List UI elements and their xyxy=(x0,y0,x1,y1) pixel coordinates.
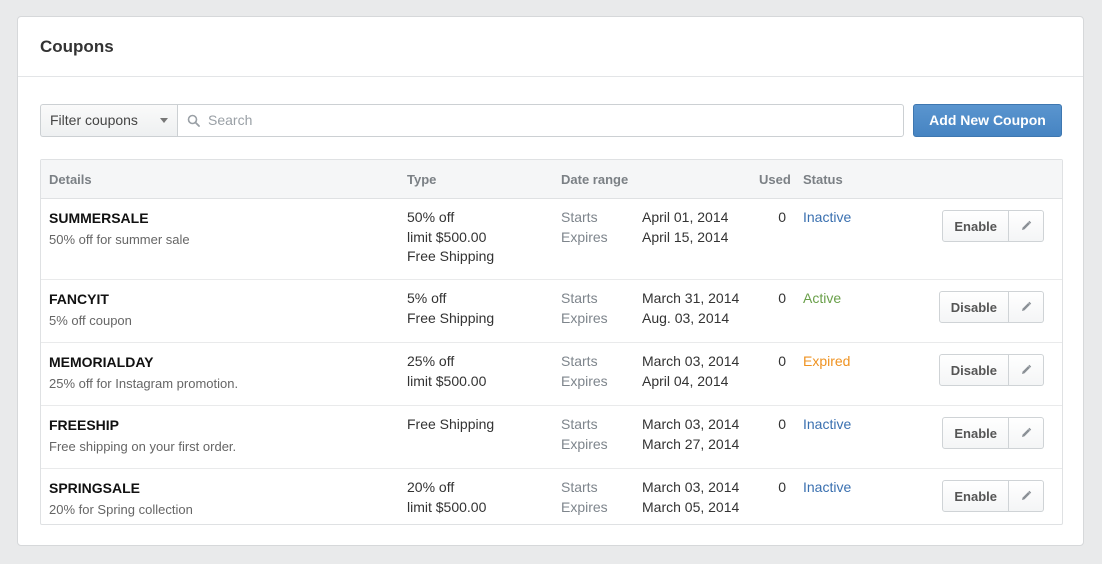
table-row: FANCYIT 5% off coupon 5% off Free Shipping S… xyxy=(41,280,1062,343)
coupon-description: 5% off coupon xyxy=(49,313,132,328)
edit-button[interactable] xyxy=(1009,417,1044,449)
coupon-type-line: 20% off xyxy=(407,479,455,495)
status-badge: Inactive xyxy=(803,479,852,495)
column-header-details[interactable]: Details xyxy=(49,172,92,187)
coupon-description: 20% for Spring collection xyxy=(49,502,193,517)
coupon-type-line: 25% off xyxy=(407,353,455,369)
coupon-type-line: 5% off xyxy=(407,290,447,306)
table-row: SUMMERSALE 50% off for summer sale 50% off… xyxy=(41,199,1062,280)
expires-label: Expires xyxy=(561,372,608,389)
column-header-date-range[interactable]: Date range xyxy=(561,172,628,187)
start-date: March 03, 2014 xyxy=(642,479,740,495)
used-count: 0 xyxy=(778,209,786,225)
edit-button[interactable] xyxy=(1009,210,1044,242)
pencil-icon xyxy=(1022,220,1032,230)
table-header: Details Type Date range Used Status xyxy=(41,160,1062,199)
search-input[interactable] xyxy=(206,111,890,129)
used-count: 0 xyxy=(778,353,786,369)
row-actions: Enable xyxy=(942,417,1044,449)
edit-button[interactable] xyxy=(1009,291,1044,323)
pencil-icon xyxy=(1022,364,1032,374)
coupon-type-line: limit $500.00 xyxy=(407,228,487,245)
page-title: Coupons xyxy=(40,37,114,56)
column-header-status[interactable]: Status xyxy=(803,172,843,187)
coupon-description: 25% off for Instagram promotion. xyxy=(49,376,239,391)
expiry-date: March 27, 2014 xyxy=(642,435,740,452)
caret-down-icon xyxy=(160,117,168,123)
toolbar: Filter coupons Add New Coupon xyxy=(40,103,1062,137)
coupon-type-line: limit $500.00 xyxy=(407,498,487,515)
row-actions: Disable xyxy=(938,291,1044,323)
status-badge: Inactive xyxy=(803,209,852,225)
edit-button[interactable] xyxy=(1009,354,1044,386)
table-row: MEMORIALDAY 25% off for Instagram promoti… xyxy=(41,343,1062,406)
expires-label: Expires xyxy=(561,228,608,245)
coupon-type-line: Free Shipping xyxy=(407,416,495,432)
pencil-icon xyxy=(1022,301,1032,311)
pencil-icon xyxy=(1022,490,1032,500)
pencil-icon xyxy=(1022,427,1032,437)
status-badge: Active xyxy=(803,290,842,306)
start-date: March 31, 2014 xyxy=(642,290,740,306)
column-header-used[interactable]: Used xyxy=(759,172,791,187)
search-icon xyxy=(187,114,200,127)
used-count: 0 xyxy=(778,479,786,495)
coupon-type-line: limit $500.00 xyxy=(407,372,487,389)
row-actions: Enable xyxy=(942,210,1044,242)
filter-coupons-label: Filter coupons xyxy=(50,112,138,128)
coupons-table: Details Type Date range Used Status SUMM… xyxy=(40,159,1063,525)
coupon-name: MEMORIALDAY xyxy=(49,354,154,370)
coupon-description: Free shipping on your first order. xyxy=(49,439,237,454)
table-row: SPRINGSALE 20% for Spring collection 20% o… xyxy=(41,469,1062,530)
enable-button[interactable]: Enable xyxy=(942,417,1009,449)
expiry-date: Aug. 03, 2014 xyxy=(642,309,730,326)
expiry-date: April 15, 2014 xyxy=(642,228,729,245)
add-new-coupon-button[interactable]: Add New Coupon xyxy=(913,103,1062,137)
edit-button[interactable] xyxy=(1009,480,1044,512)
coupon-name: FANCYIT xyxy=(49,291,109,307)
disable-button[interactable]: Disable xyxy=(938,291,1009,323)
panel-header: Coupons xyxy=(18,17,1083,77)
coupon-name: SUMMERSALE xyxy=(49,210,149,226)
used-count: 0 xyxy=(778,416,786,432)
starts-label: Starts xyxy=(561,209,598,225)
starts-label: Starts xyxy=(561,479,598,495)
starts-label: Starts xyxy=(561,416,598,432)
expiry-date: April 04, 2014 xyxy=(642,372,729,389)
enable-button[interactable]: Enable xyxy=(942,210,1009,242)
coupon-type-line: 50% off xyxy=(407,209,455,225)
disable-button[interactable]: Disable xyxy=(938,354,1009,386)
start-date: April 01, 2014 xyxy=(642,209,729,225)
status-badge: Expired xyxy=(803,353,851,369)
coupon-name: FREESHIP xyxy=(49,417,120,433)
coupon-description: 50% off for summer sale xyxy=(49,232,190,247)
enable-button[interactable]: Enable xyxy=(942,480,1009,512)
table-body: SUMMERSALE 50% off for summer sale 50% off… xyxy=(41,199,1062,530)
search-box[interactable] xyxy=(177,103,904,137)
expires-label: Expires xyxy=(561,435,608,452)
status-badge: Inactive xyxy=(803,416,852,432)
coupon-type-line: Free Shipping xyxy=(407,309,495,326)
filter-coupons-dropdown[interactable]: Filter coupons xyxy=(40,103,177,137)
expires-label: Expires xyxy=(561,309,608,326)
expiry-date: March 05, 2014 xyxy=(642,498,740,515)
starts-label: Starts xyxy=(561,353,598,369)
starts-label: Starts xyxy=(561,290,598,306)
coupon-type-line: Free Shipping xyxy=(407,248,495,264)
coupons-panel: Coupons Filter coupons Add New Coupon De… xyxy=(17,16,1084,546)
table-row: FREESHIP Free shipping on your first orde… xyxy=(41,406,1062,469)
column-header-type[interactable]: Type xyxy=(407,172,436,187)
used-count: 0 xyxy=(778,290,786,306)
start-date: March 03, 2014 xyxy=(642,353,740,369)
coupon-name: SPRINGSALE xyxy=(49,480,141,496)
expires-label: Expires xyxy=(561,498,608,515)
row-actions: Disable xyxy=(938,354,1044,386)
row-actions: Enable xyxy=(942,480,1044,512)
start-date: March 03, 2014 xyxy=(642,416,740,432)
